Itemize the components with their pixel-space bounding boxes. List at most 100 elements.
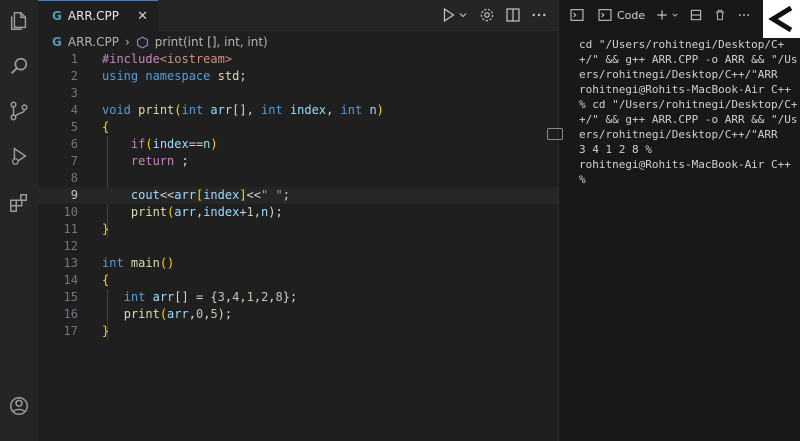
token: ): [376, 103, 384, 117]
breadcrumb-symbol[interactable]: print(int [], int, int): [155, 35, 268, 49]
more-actions-icon[interactable]: [530, 6, 548, 24]
run-debug-icon[interactable]: [8, 145, 30, 167]
explorer-icon[interactable]: [8, 10, 30, 32]
token: " ": [261, 188, 283, 202]
code-line[interactable]: 14 {: [38, 272, 558, 289]
line-number: 1: [70, 52, 78, 66]
token: cout: [130, 188, 160, 202]
code-line[interactable]: 11}: [38, 221, 558, 238]
more-actions-icon[interactable]: [737, 8, 751, 22]
channel-logo: [763, 0, 800, 38]
token: void: [102, 103, 131, 117]
code-line[interactable]: 17}: [38, 323, 558, 340]
code-line[interactable]: 6 if(index==n): [38, 136, 558, 153]
gear-icon[interactable]: [478, 6, 496, 24]
token: []: [232, 103, 247, 117]
line-number: 16: [63, 307, 78, 321]
token: ;: [174, 154, 189, 168]
line-number: 13: [63, 256, 78, 270]
editor-group: G ARR.CPP ✕ G ARR.CPP › print(int [], in…: [38, 0, 558, 441]
chevron-down-icon[interactable]: [671, 8, 679, 22]
account-icon[interactable]: [8, 395, 30, 417]
token: if: [130, 137, 146, 151]
code-line[interactable]: 5{: [38, 119, 558, 136]
code-line[interactable]: 4 void print(int arr[], int index, int n): [38, 102, 558, 119]
extensions-icon[interactable]: [8, 192, 30, 214]
breadcrumb-file[interactable]: ARR.CPP: [68, 35, 119, 49]
token: (: [145, 137, 153, 151]
split-terminal-icon[interactable]: [689, 8, 703, 22]
token: int: [261, 103, 283, 117]
line-number: 3: [70, 86, 78, 100]
terminal-panel: Code cd "/Users/rohitnegi/Desktop/C++/" …: [547, 0, 800, 441]
token: );: [217, 307, 233, 321]
token: namespace: [145, 69, 211, 83]
token: print: [130, 205, 168, 219]
line-number: 10: [63, 205, 78, 219]
run-icon[interactable]: [440, 6, 458, 24]
logo-arrow-icon: [768, 5, 793, 33]
code-line[interactable]: 10 print(arr,index+1,n);: [38, 204, 558, 221]
token: (: [174, 103, 182, 117]
terminal-icon[interactable]: [569, 7, 585, 23]
source-control-icon[interactable]: [8, 100, 30, 122]
trash-icon[interactable]: [713, 8, 727, 22]
token: );: [268, 205, 283, 219]
terminal-tab-label[interactable]: Code: [617, 9, 645, 22]
token: int: [181, 103, 204, 117]
token: index: [203, 205, 240, 219]
code-line[interactable]: 16 print(arr,0,5);: [38, 306, 558, 323]
code-line[interactable]: 12: [38, 238, 558, 255]
code-line[interactable]: 8: [38, 170, 558, 187]
token: n: [369, 103, 377, 117]
token: int: [340, 103, 363, 117]
split-editor-icon[interactable]: [504, 6, 522, 24]
token: index: [203, 188, 240, 202]
editor-tab-bar: G ARR.CPP ✕: [38, 0, 558, 31]
terminal-output[interactable]: cd "/Users/rohitnegi/Desktop/C++/" && g+…: [579, 37, 800, 187]
token: using: [102, 69, 139, 83]
code-editor[interactable]: 1 #include<iostream> 2 using namespace std…: [38, 51, 558, 340]
token: int: [102, 256, 124, 270]
collapse-toggle-icon[interactable]: [547, 128, 563, 140]
token: ,: [268, 290, 276, 304]
token: print: [123, 307, 160, 321]
token: (: [159, 307, 168, 321]
code-line[interactable]: 1 #include<iostream>: [38, 51, 558, 68]
token: #include: [102, 52, 160, 66]
line-number: 11: [63, 222, 78, 236]
search-icon[interactable]: [8, 55, 30, 77]
token: 1: [246, 205, 254, 219]
code-line[interactable]: 15 int arr[] = {3,4,1,2,8};: [38, 289, 558, 306]
token: (): [159, 256, 175, 270]
token: {: [102, 273, 110, 287]
code-line-active[interactable]: 9 cout<<arr[index]<<" ";: [38, 187, 558, 204]
token: int: [123, 290, 146, 304]
token: <iostream>: [159, 52, 233, 66]
token: return: [130, 154, 175, 168]
code-line[interactable]: 2 using namespace std;: [38, 68, 558, 85]
close-icon[interactable]: ✕: [137, 9, 148, 24]
line-number: 14: [63, 273, 78, 287]
token: ==: [188, 137, 204, 151]
code-line[interactable]: 3: [38, 85, 558, 102]
token: 5: [210, 307, 218, 321]
breadcrumb: G ARR.CPP › print(int [], int, int): [52, 33, 268, 51]
token: arr: [167, 307, 189, 321]
code-line[interactable]: 7 return ;: [38, 153, 558, 170]
tab-arr-cpp[interactable]: G ARR.CPP ✕: [38, 0, 158, 31]
terminal-icon[interactable]: [597, 7, 613, 23]
line-number: 2: [70, 69, 78, 83]
token: <<: [159, 188, 175, 202]
tab-label: ARR.CPP: [67, 9, 119, 23]
token: ;: [282, 188, 290, 202]
token: [] = {: [174, 290, 218, 304]
token: }: [102, 324, 110, 338]
token: ]: [239, 188, 247, 202]
token: index: [152, 137, 189, 151]
code-line[interactable]: 13 int main(): [38, 255, 558, 272]
token: arr: [174, 205, 196, 219]
token: print: [138, 103, 175, 117]
chevron-down-icon[interactable]: [458, 6, 468, 24]
plus-icon[interactable]: [655, 8, 669, 22]
